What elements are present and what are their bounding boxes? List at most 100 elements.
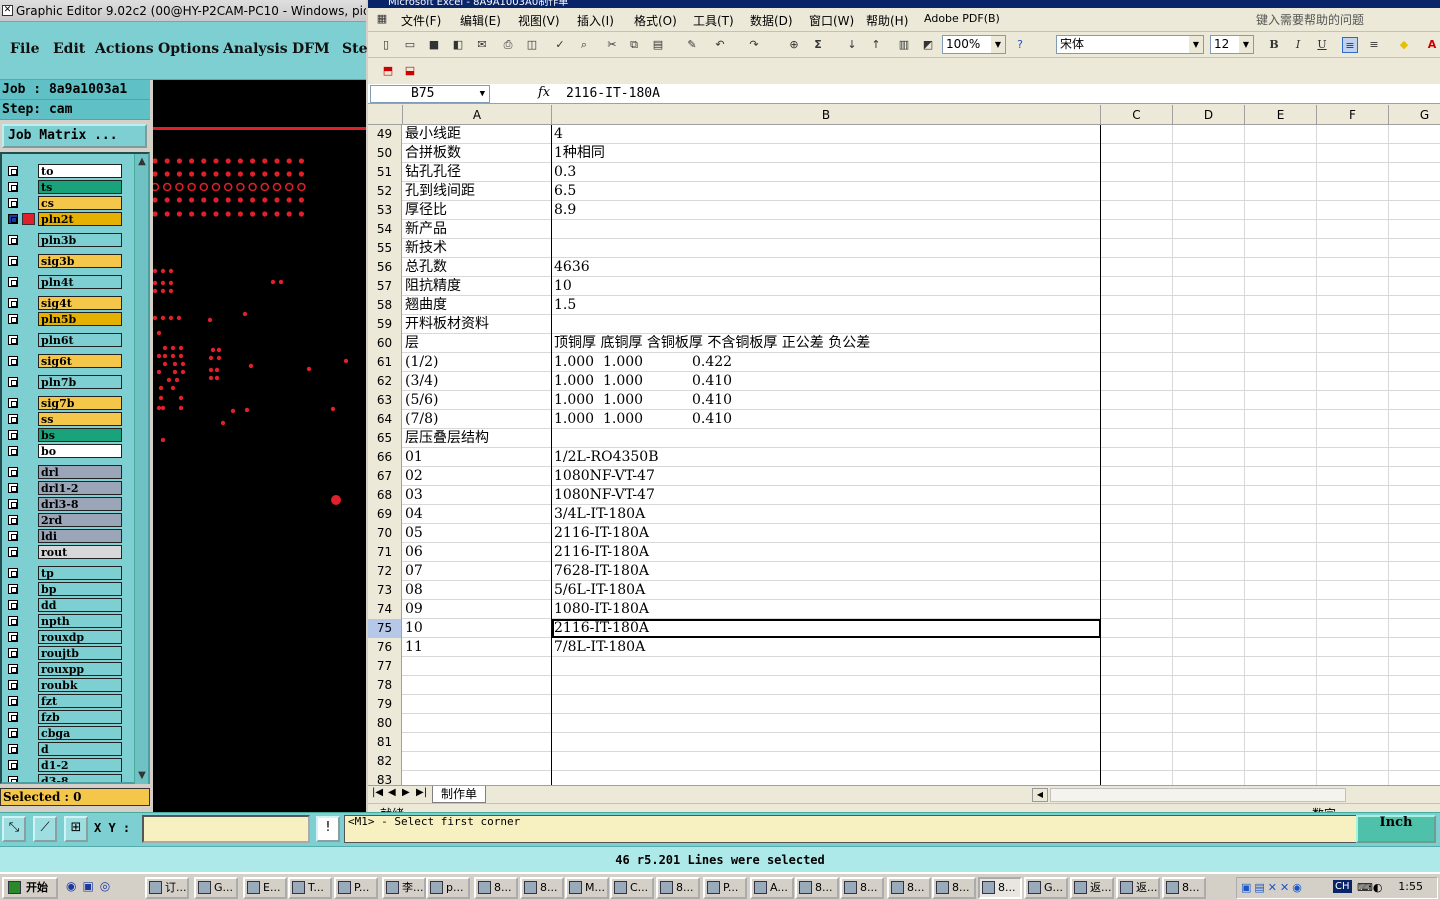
- layer-row[interactable]: drl: [4, 465, 122, 479]
- sort-ascending-icon[interactable]: ↓: [844, 37, 860, 53]
- first-sheet-icon[interactable]: |◀: [372, 787, 383, 798]
- layer-checkbox[interactable]: [8, 166, 18, 176]
- cell-empty[interactable]: [1245, 638, 1317, 657]
- layer-row[interactable]: sig3b: [4, 254, 122, 268]
- cell-b[interactable]: 1种相同: [552, 144, 1101, 163]
- cell-empty[interactable]: [1173, 638, 1245, 657]
- row-header[interactable]: 72: [368, 562, 402, 581]
- name-box[interactable]: B75 ▼: [370, 85, 490, 103]
- cell-empty[interactable]: [1245, 125, 1317, 144]
- last-sheet-icon[interactable]: ▶|: [416, 787, 427, 798]
- layer-checkbox[interactable]: [8, 776, 18, 782]
- cell-empty[interactable]: [1245, 581, 1317, 600]
- column-header-a[interactable]: A: [403, 105, 552, 125]
- layer-checkbox[interactable]: [8, 632, 18, 642]
- row-header[interactable]: 55: [368, 239, 402, 258]
- chart-wizard-icon[interactable]: ▥: [896, 37, 912, 53]
- layer-name[interactable]: pln7b: [38, 375, 122, 389]
- taskbar-item[interactable]: 8...: [978, 877, 1022, 899]
- cell-a[interactable]: 钻孔孔径: [403, 163, 552, 182]
- cell-empty[interactable]: [1317, 733, 1389, 752]
- cell-a[interactable]: 07: [403, 562, 552, 581]
- cell-empty[interactable]: [1173, 296, 1245, 315]
- layer-row[interactable]: 2rd: [4, 513, 122, 527]
- cell-empty[interactable]: [1101, 657, 1173, 676]
- row-header[interactable]: 63: [368, 391, 402, 410]
- row-header[interactable]: 64: [368, 410, 402, 429]
- cell-empty[interactable]: [1245, 315, 1317, 334]
- layer-row[interactable]: sig7b: [4, 396, 122, 410]
- cell-b[interactable]: 2116-IT-180A: [552, 543, 1101, 562]
- cell-empty[interactable]: [1101, 638, 1173, 657]
- cell-empty[interactable]: [1317, 505, 1389, 524]
- layer-name[interactable]: rout: [38, 545, 122, 559]
- layer-row[interactable]: pln4t: [4, 275, 122, 289]
- cell-empty[interactable]: [1173, 353, 1245, 372]
- layer-name[interactable]: 2rd: [38, 513, 122, 527]
- cell-empty[interactable]: [1389, 467, 1440, 486]
- layer-checkbox[interactable]: [8, 182, 18, 192]
- row-header[interactable]: 70: [368, 524, 402, 543]
- row-header[interactable]: 61: [368, 353, 402, 372]
- cell-b[interactable]: 4: [552, 125, 1101, 144]
- cell-empty[interactable]: [1389, 771, 1440, 785]
- cell-b[interactable]: 8.9: [552, 201, 1101, 220]
- layer-row[interactable]: pln5b: [4, 312, 122, 326]
- layer-name[interactable]: bp: [38, 582, 122, 596]
- cell-empty[interactable]: [1101, 315, 1173, 334]
- layer-checkbox[interactable]: [8, 335, 18, 345]
- cell-empty[interactable]: [1317, 543, 1389, 562]
- cell-empty[interactable]: [1101, 562, 1173, 581]
- cell-empty[interactable]: [1173, 467, 1245, 486]
- xmenu-window[interactable]: 窗口(W): [809, 12, 854, 29]
- cell-b[interactable]: 3/4L-IT-180A: [552, 505, 1101, 524]
- cell-empty[interactable]: [1173, 695, 1245, 714]
- layer-name[interactable]: npth: [38, 614, 122, 628]
- layer-checkbox[interactable]: [8, 414, 18, 424]
- cell-b[interactable]: 顶铜厚 底铜厚 含铜板厚 不含铜板厚 正公差 负公差: [552, 334, 1101, 353]
- cell-empty[interactable]: [1389, 581, 1440, 600]
- cell-a[interactable]: 翘曲度: [403, 296, 552, 315]
- column-header-d[interactable]: D: [1173, 105, 1245, 125]
- layer-name[interactable]: rouxpp: [38, 662, 122, 676]
- format-painter-icon[interactable]: ✎: [684, 37, 700, 53]
- cell-empty[interactable]: [1173, 733, 1245, 752]
- cell-a[interactable]: (5/6): [403, 391, 552, 410]
- cell-empty[interactable]: [1101, 619, 1173, 638]
- cell-empty[interactable]: [1173, 182, 1245, 201]
- cell-b[interactable]: [552, 239, 1101, 258]
- layer-checkbox[interactable]: [8, 664, 18, 674]
- cell-empty[interactable]: [1101, 524, 1173, 543]
- cell-b[interactable]: 5/6L-IT-180A: [552, 581, 1101, 600]
- layer-checkbox[interactable]: [8, 298, 18, 308]
- cell-empty[interactable]: [1173, 258, 1245, 277]
- layer-checkbox[interactable]: [8, 696, 18, 706]
- layer-checkbox[interactable]: [8, 600, 18, 610]
- cell-empty[interactable]: [1173, 201, 1245, 220]
- sheet-tab-active[interactable]: 制作单: [432, 786, 487, 803]
- cell-empty[interactable]: [1389, 163, 1440, 182]
- cell-empty[interactable]: [1317, 429, 1389, 448]
- cell-empty[interactable]: [1389, 410, 1440, 429]
- layer-checkbox[interactable]: [8, 648, 18, 658]
- layer-checkbox[interactable]: [8, 235, 18, 245]
- taskbar-item[interactable]: G...: [1024, 877, 1068, 899]
- zoom-select[interactable]: 100% ▼: [942, 35, 1006, 54]
- cell-a[interactable]: 02: [403, 467, 552, 486]
- cell-empty[interactable]: [1317, 296, 1389, 315]
- cell-b[interactable]: 10: [552, 277, 1101, 296]
- language-indicator[interactable]: CH: [1333, 880, 1352, 893]
- cell-empty[interactable]: [1245, 486, 1317, 505]
- cell-a[interactable]: 04: [403, 505, 552, 524]
- cell-empty[interactable]: [1101, 334, 1173, 353]
- layer-row[interactable]: ss: [4, 412, 122, 426]
- layer-row[interactable]: tp: [4, 566, 122, 580]
- cell-b[interactable]: 1.5: [552, 296, 1101, 315]
- layer-checkbox[interactable]: [8, 398, 18, 408]
- cell-empty[interactable]: [1389, 676, 1440, 695]
- cell-empty[interactable]: [1317, 239, 1389, 258]
- cell-a[interactable]: (7/8): [403, 410, 552, 429]
- cell-b[interactable]: [552, 733, 1101, 752]
- help-icon[interactable]: ?: [1012, 37, 1028, 53]
- taskbar-item[interactable]: P...: [703, 877, 747, 899]
